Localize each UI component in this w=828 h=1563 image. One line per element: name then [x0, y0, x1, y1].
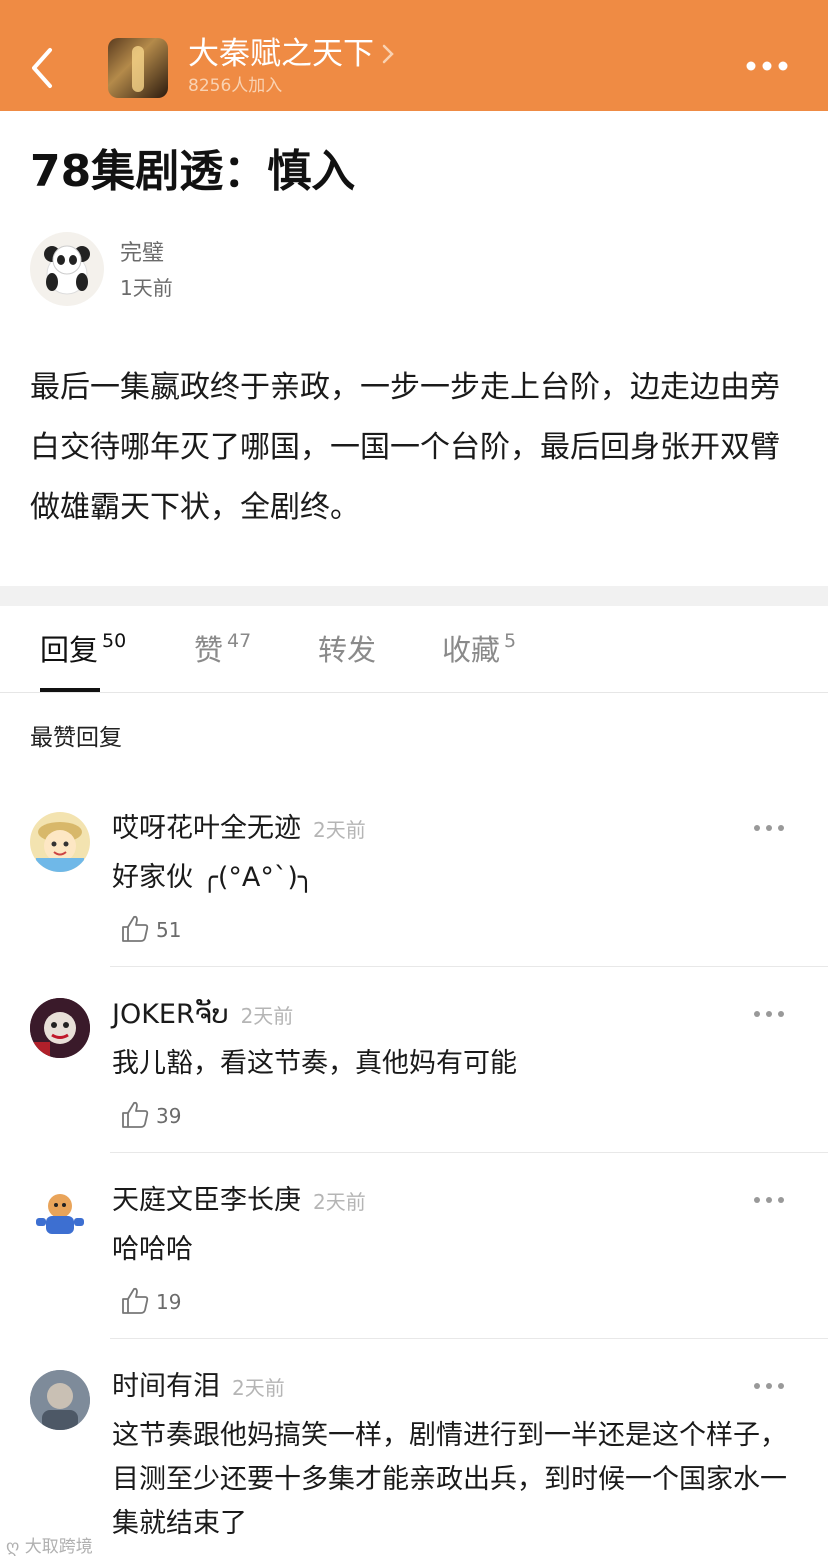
- divider: [110, 1152, 828, 1153]
- more-options-icon[interactable]: [752, 822, 786, 834]
- post-body: 最后一集嬴政终于亲政，一步一步走上台阶，边走边由旁白交待哪年灭了哪国，一国一个台…: [30, 370, 780, 525]
- thumbs-up-icon: [122, 1101, 149, 1128]
- commenter-avatar[interactable]: [30, 1370, 90, 1430]
- top-bar: 大秦赋之天下 8256人加入: [0, 0, 828, 111]
- more-options-icon[interactable]: [752, 1380, 786, 1392]
- more-options-icon[interactable]: [742, 56, 792, 76]
- thumbs-up-icon: [122, 915, 149, 942]
- comment-text: 这节奏跟他妈搞笑一样，剧情进行到一半还是这个样子，目测至少还要十多集才能亲政出兵…: [112, 1420, 787, 1539]
- divider: [110, 1338, 828, 1339]
- cartoon-avatar-icon: [36, 822, 84, 872]
- watermark: ღ 大取跨境: [6, 1536, 93, 1558]
- like-button[interactable]: 19: [120, 1286, 240, 1318]
- comment-time: 2天前: [240, 1003, 294, 1028]
- commenter-name[interactable]: 天庭文臣李长庚 2天前: [112, 1184, 366, 1219]
- tab-count: 47: [227, 630, 252, 652]
- commenter-avatar[interactable]: [30, 812, 90, 872]
- comment-time: 2天前: [232, 1375, 285, 1400]
- like-button[interactable]: 51: [120, 914, 240, 946]
- commenter-avatar[interactable]: [30, 1184, 90, 1244]
- chevron-right-icon[interactable]: [380, 42, 396, 66]
- post-title: 78集剧透：慎入: [30, 146, 356, 197]
- post-time: 1天前: [120, 276, 173, 300]
- section-gap: [0, 586, 828, 606]
- like-count: 51: [156, 918, 182, 942]
- tab-label: 回复: [40, 633, 99, 667]
- watermark-text: 大取跨境: [24, 1537, 93, 1557]
- commenter-name[interactable]: JOKERຈັບ 2天前: [112, 998, 293, 1033]
- tab-label: 赞: [194, 633, 224, 667]
- watermark-logo-icon: ღ: [6, 1537, 20, 1557]
- tab-label: 转发: [318, 633, 377, 667]
- tab-likes[interactable]: 赞 47: [194, 628, 251, 672]
- comment-text: 哈哈哈: [112, 1234, 193, 1265]
- group-name[interactable]: 大秦赋之天下: [188, 36, 374, 72]
- group-member-count: 8256人加入: [188, 76, 283, 96]
- like-button[interactable]: 39: [120, 1100, 240, 1132]
- portrait-avatar-icon: [30, 1370, 90, 1430]
- group-avatar[interactable]: [108, 38, 168, 98]
- more-options-icon[interactable]: [752, 1008, 786, 1020]
- divider: [0, 692, 828, 693]
- tab-reposts[interactable]: 转发: [318, 628, 380, 672]
- joker-avatar-icon: [30, 998, 90, 1058]
- tab-favorites[interactable]: 收藏 5: [442, 628, 516, 672]
- tab-label: 收藏: [442, 633, 501, 667]
- like-count: 39: [156, 1104, 182, 1128]
- comment-time: 2天前: [313, 817, 366, 842]
- section-label: 最赞回复: [30, 725, 122, 751]
- divider: [110, 966, 828, 967]
- comment-text: 我儿豁，看这节奏，真他妈有可能: [112, 1048, 517, 1079]
- comment-text: 好家伙 ╭(°A°`)╮: [112, 862, 315, 893]
- commenter-name[interactable]: 时间有泪 2天前: [112, 1370, 285, 1405]
- more-options-icon[interactable]: [752, 1194, 786, 1206]
- commenter-avatar[interactable]: [30, 998, 90, 1058]
- thumbs-up-icon: [122, 1287, 149, 1314]
- tab-count: 5: [504, 630, 517, 652]
- commenter-name[interactable]: 哎呀花叶全无迹 2天前: [112, 812, 366, 847]
- robot-avatar-icon: [36, 1194, 84, 1234]
- comment-time: 2天前: [313, 1189, 366, 1214]
- tab-count: 50: [102, 630, 127, 652]
- back-icon[interactable]: [22, 44, 62, 92]
- author-avatar[interactable]: [30, 232, 104, 306]
- author-name[interactable]: 完璧: [120, 240, 164, 268]
- panda-avatar-icon: [44, 245, 90, 295]
- tab-replies[interactable]: 回复 50: [40, 628, 126, 672]
- like-count: 19: [156, 1290, 182, 1314]
